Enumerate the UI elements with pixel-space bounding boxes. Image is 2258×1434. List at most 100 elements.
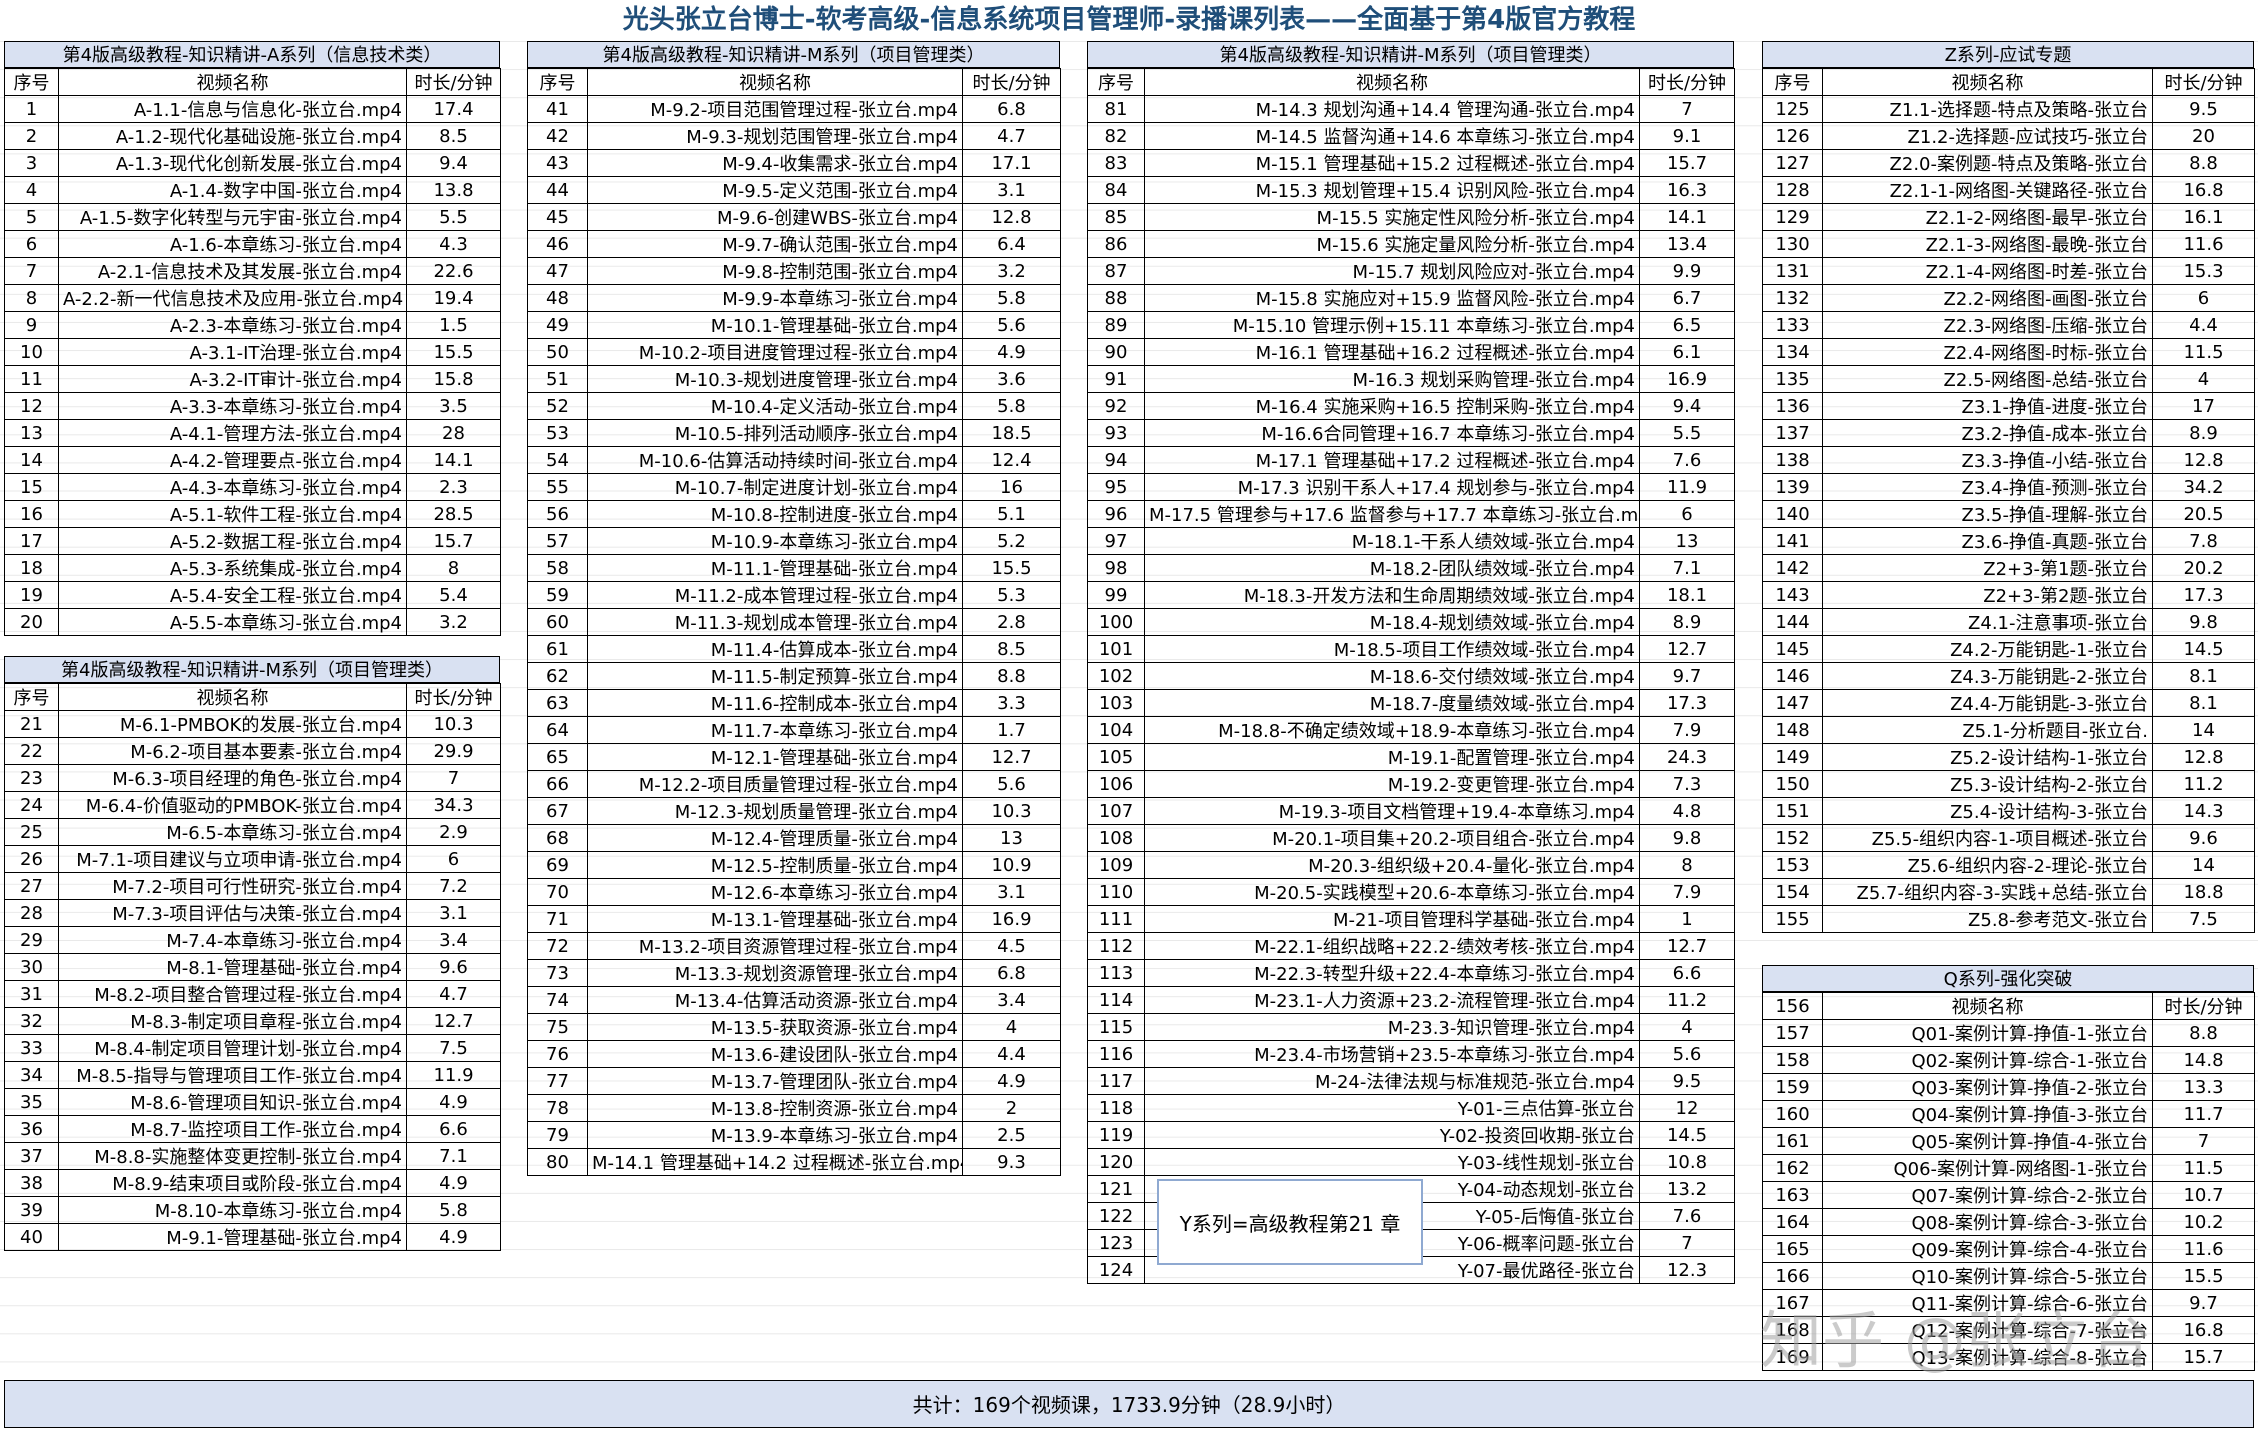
- table-row: 153 Z5.6-组织内容-2-理论-张立台 14: [1762, 851, 2255, 879]
- row-duration: 7.8: [2152, 527, 2255, 555]
- row-video-name: M-17.1 管理基础+17.2 过程概述-张立台.mp4: [1144, 446, 1640, 474]
- table-row: 117 M-24-法律法规与标准规范-张立台.mp4 9.5: [1087, 1067, 1735, 1095]
- row-video-name: M-14.1 管理基础+14.2 过程概述-张立台.mp4: [587, 1148, 963, 1176]
- row-duration: 9.7: [2152, 1289, 2255, 1317]
- row-seq: 36: [4, 1115, 59, 1143]
- row-duration: 7: [406, 764, 501, 792]
- table-row: 125 Z1.1-选择题-特点及策略-张立台 9.5: [1762, 95, 2255, 123]
- row-video-name: Z3.3-挣值-小结-张立台: [1822, 446, 2153, 474]
- row-video-name: M-15.6 实施定量风险分析-张立台.mp4: [1144, 230, 1640, 258]
- row-duration: 8.8: [962, 662, 1061, 690]
- row-video-name: M-6.3-项目经理的角色-张立台.mp4: [58, 764, 407, 792]
- row-duration: 10.2: [2152, 1208, 2255, 1236]
- row-seq: 25: [4, 818, 59, 846]
- row-seq: 128: [1762, 176, 1823, 204]
- row-seq: 151: [1762, 797, 1823, 825]
- row-seq: 121: [1087, 1175, 1145, 1203]
- panel-title: Z系列-应试专题: [1762, 41, 2254, 68]
- row-duration: 10.9: [962, 851, 1061, 879]
- row-video-name: M-11.7-本章练习-张立台.mp4: [587, 716, 963, 744]
- row-seq: 124: [1087, 1256, 1145, 1284]
- row-video-name: M-20.3-组织级+20.4-量化-张立台.mp4: [1144, 851, 1640, 879]
- row-seq: 84: [1087, 176, 1145, 204]
- row-duration: 5.1: [962, 500, 1061, 528]
- table-row: 51 M-10.3-规划进度管理-张立台.mp4 3.6: [527, 365, 1061, 393]
- header-video-name: 视频名称: [587, 68, 963, 96]
- row-video-name: Z2.5-网络图-总结-张立台: [1822, 365, 2153, 393]
- table-m-series-1: 序号 视频名称 时长/分钟 21 M-6.1-PMBOK的发展-张立台.mp4 10.3 2…: [4, 683, 501, 1251]
- header-video-name: 视频名称: [1144, 68, 1640, 96]
- table-row: 22 M-6.2-项目基本要素-张立台.mp4 29.9: [4, 737, 501, 765]
- row-duration: 12.7: [962, 743, 1061, 771]
- row-video-name: M-18.3-开发方法和生命周期绩效域-张立台.mp4: [1144, 581, 1640, 609]
- row-video-name: M-12.6-本章练习-张立台.mp4: [587, 878, 963, 906]
- table-header-row: 序号 视频名称 时长/分钟: [1762, 68, 2255, 96]
- table-row: 14 A-4.2-管理要点-张立台.mp4 14.1: [4, 446, 501, 474]
- row-duration: 16: [962, 473, 1061, 501]
- row-duration: 8.1: [2152, 662, 2255, 690]
- header-seq: 序号: [4, 68, 59, 96]
- row-video-name: Z4.3-万能钥匙-2-张立台: [1822, 662, 2153, 690]
- row-seq: 21: [4, 710, 59, 738]
- row-duration: 12.7: [406, 1007, 501, 1035]
- row-seq: 102: [1087, 662, 1145, 690]
- table-row: 34 M-8.5-指导与管理项目工作-张立台.mp4 11.9: [4, 1061, 501, 1089]
- header-duration: 时长/分钟: [2152, 68, 2255, 96]
- row-seq: 78: [527, 1094, 588, 1122]
- row-video-name: Q05-案例计算-挣值-4-张立台: [1822, 1127, 2153, 1155]
- table-row: 99 M-18.3-开发方法和生命周期绩效域-张立台.mp4 18.1: [1087, 581, 1735, 609]
- row-seq: 16: [4, 500, 59, 528]
- row-video-name: Z2.1-3-网络图-最晚-张立台: [1822, 230, 2153, 258]
- row-duration: 6.7: [1639, 284, 1735, 312]
- row-seq: 153: [1762, 851, 1823, 879]
- table-row: 145 Z4.2-万能钥匙-1-张立台 14.5: [1762, 635, 2255, 663]
- table-row: 17 A-5.2-数据工程-张立台.mp4 15.7: [4, 527, 501, 555]
- header-duration: 时长/分钟: [1639, 68, 1735, 96]
- table-row: 142 Z2+3-第1题-张立台 20.2: [1762, 554, 2255, 582]
- row-duration: 14.3: [2152, 797, 2255, 825]
- row-duration: 6: [2152, 284, 2255, 312]
- row-seq: 143: [1762, 581, 1823, 609]
- table-row: 84 M-15.3 规划管理+15.4 识别风险-张立台.mp4 16.3: [1087, 176, 1735, 204]
- table-row: 5 A-1.5-数字化转型与元宇宙-张立台.mp4 5.5: [4, 203, 501, 231]
- row-seq: 82: [1087, 122, 1145, 150]
- row-seq: 49: [527, 311, 588, 339]
- row-duration: 20.2: [2152, 554, 2255, 582]
- row-video-name: M-11.5-制定预算-张立台.mp4: [587, 662, 963, 690]
- row-video-name: Z4.2-万能钥匙-1-张立台: [1822, 635, 2153, 663]
- table-row: 74 M-13.4-估算活动资源-张立台.mp4 3.4: [527, 986, 1061, 1014]
- row-seq: 152: [1762, 824, 1823, 852]
- table-row: 106 M-19.2-变更管理-张立台.mp4 7.3: [1087, 770, 1735, 798]
- row-video-name: Z3.4-挣值-预测-张立台: [1822, 473, 2153, 501]
- row-video-name: A-4.1-管理方法-张立台.mp4: [58, 419, 407, 447]
- row-seq: 116: [1087, 1040, 1145, 1068]
- row-video-name: M-9.2-项目范围管理过程-张立台.mp4: [587, 95, 963, 123]
- table-row: 159 Q03-案例计算-挣值-2-张立台 13.3: [1762, 1073, 2255, 1101]
- table-row: 118 Y-01-三点估算-张立台 12: [1087, 1094, 1735, 1122]
- row-video-name: M-21-项目管理科学基础-张立台.mp4: [1144, 905, 1640, 933]
- row-video-name: A-2.2-新一代信息技术及应用-张立台.mp4: [58, 284, 407, 312]
- row-video-name: M-6.4-价值驱动的PMBOK-张立台.mp4: [58, 791, 407, 819]
- row-seq: 77: [527, 1067, 588, 1095]
- table-row: 30 M-8.1-管理基础-张立台.mp4 9.6: [4, 953, 501, 981]
- row-video-name: Z2.1-2-网络图-最早-张立台: [1822, 203, 2153, 231]
- table-row: 126 Z1.2-选择题-应试技巧-张立台 20: [1762, 122, 2255, 150]
- row-seq: 136: [1762, 392, 1823, 420]
- row-video-name: A-3.3-本章练习-张立台.mp4: [58, 392, 407, 420]
- table-row: 52 M-10.4-定义活动-张立台.mp4 5.8: [527, 392, 1061, 420]
- table-row: 157 Q01-案例计算-挣值-1-张立台 8.8: [1762, 1019, 2255, 1047]
- row-duration: 12.8: [2152, 446, 2255, 474]
- row-duration: 5.6: [1639, 1040, 1735, 1068]
- row-video-name: M-13.5-获取资源-张立台.mp4: [587, 1013, 963, 1041]
- table-row: 12 A-3.3-本章练习-张立台.mp4 3.5: [4, 392, 501, 420]
- row-duration: 2.9: [406, 818, 501, 846]
- row-video-name: A-1.4-数字中国-张立台.mp4: [58, 176, 407, 204]
- row-video-name: M-13.8-控制资源-张立台.mp4: [587, 1094, 963, 1122]
- header-seq: 序号: [527, 68, 588, 96]
- row-seq: 59: [527, 581, 588, 609]
- row-duration: 9.8: [2152, 608, 2255, 636]
- row-video-name: A-1.3-现代化创新发展-张立台.mp4: [58, 149, 407, 177]
- header-video-name: 视频名称: [58, 683, 407, 711]
- row-video-name: M-12.4-管理质量-张立台.mp4: [587, 824, 963, 852]
- row-duration: 17.4: [406, 95, 501, 123]
